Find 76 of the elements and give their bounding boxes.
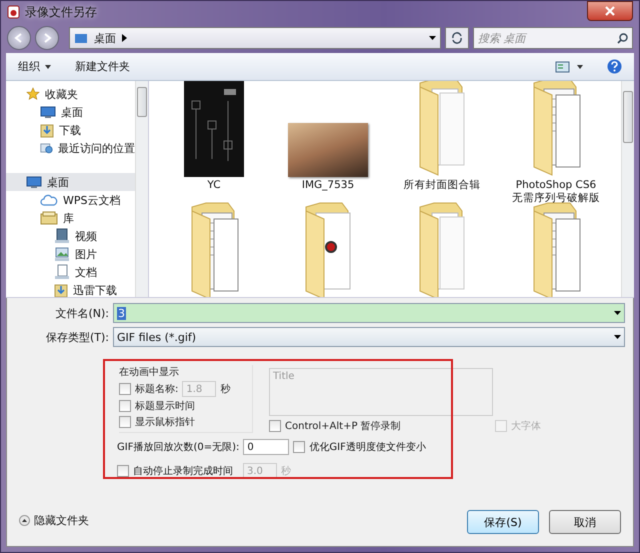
sidebar-item[interactable]: 最近访问的位置 (6, 139, 135, 157)
sidebar-item[interactable]: 桌面 (6, 103, 135, 121)
checkbox[interactable] (269, 420, 281, 432)
scrollbar[interactable] (135, 81, 148, 297)
document-library-icon (54, 264, 70, 280)
dropdown-arrow-icon (614, 311, 621, 315)
sidebar-item[interactable]: 迅雷下载 (6, 281, 135, 297)
recent-places-icon (40, 141, 53, 155)
sidebar-item[interactable]: 图片 (6, 245, 135, 263)
file-type-dropdown[interactable]: GIF files (*.gif) (113, 327, 625, 347)
close-button[interactable] (587, 1, 633, 21)
sidebar-item[interactable]: 视频 (6, 227, 135, 245)
app-icon (7, 5, 20, 19)
sidebar-item[interactable]: 文档 (6, 263, 135, 281)
caret-icon (45, 64, 51, 68)
dropdown-arrow-icon[interactable] (429, 36, 436, 40)
checkbox-label: 显示鼠标指针 (135, 416, 195, 429)
file-name[interactable]: 所有封面图合辑 (404, 179, 480, 192)
address-bar[interactable]: 桌面 (69, 27, 441, 49)
scrollbar[interactable] (621, 81, 634, 297)
hide-folders-toggle[interactable]: 隐藏文件夹 (19, 513, 89, 528)
monitor-icon (26, 175, 42, 189)
download-folder-icon (40, 122, 54, 138)
monitor-icon (40, 105, 56, 119)
dialog-button[interactable]: 取消 (549, 510, 621, 534)
sidebar-item[interactable]: 下载 (6, 121, 135, 139)
refresh-button[interactable] (445, 27, 469, 49)
close-icon (604, 6, 616, 16)
view-icon[interactable] (555, 60, 571, 72)
checkbox[interactable] (119, 416, 131, 428)
help-icon[interactable] (607, 59, 622, 74)
toolbar-button[interactable]: 组织 (18, 59, 51, 74)
checkbox-label: 自动停止录制完成时间 (133, 466, 233, 477)
checkbox[interactable] (119, 383, 131, 395)
dialog-button[interactable]: 保存(S) (467, 510, 539, 534)
loop-count-field[interactable]: 0 (243, 439, 290, 455)
sidebar-item[interactable]: 桌面 (6, 173, 135, 191)
checkbox-label: 标题显示时间 (135, 400, 195, 413)
star-icon (26, 87, 40, 101)
library-icon (40, 211, 58, 225)
file-name[interactable]: IMG_7535 (302, 179, 354, 192)
search-icon (617, 32, 628, 44)
checkbox-label: 大字体 (511, 420, 541, 433)
video-library-icon (54, 228, 70, 244)
monitor-icon (74, 32, 88, 44)
forward-button[interactable] (35, 26, 59, 50)
toolbar-button[interactable]: 新建文件夹 (75, 59, 130, 74)
unit-label: 秒 (281, 464, 291, 478)
cloud-icon (40, 194, 58, 206)
checkbox[interactable] (293, 441, 306, 453)
checkbox[interactable] (117, 465, 129, 477)
sidebar-item[interactable]: 收藏夹 (6, 85, 135, 103)
checkbox-label: Control+Alt+P 暂停录制 (285, 420, 401, 433)
collapse-icon (19, 515, 30, 526)
sidebar-item[interactable]: 库 (6, 209, 135, 227)
group-title: 在动画中显示 (119, 366, 180, 379)
sidebar-item[interactable]: WPS云文档 (6, 191, 135, 209)
chevron-icon (122, 34, 127, 42)
dropdown-arrow-icon (614, 335, 621, 339)
window-title: 录像文件另存 (25, 4, 97, 20)
file-name[interactable]: YC (207, 179, 221, 192)
checkbox[interactable] (119, 400, 131, 412)
breadcrumb[interactable]: 桌面 (94, 30, 116, 46)
refresh-icon (451, 32, 463, 44)
download-folder-icon (54, 282, 68, 297)
checkbox-label: 标题名称: (135, 382, 178, 396)
loop-count-label: GIF播放回放次数(0=无限): (117, 440, 240, 454)
checkbox-label: 优化GIF透明度使文件变小 (309, 440, 426, 454)
filename-field[interactable]: 3 (113, 303, 625, 323)
picture-library-icon (54, 246, 70, 262)
back-button[interactable] (7, 26, 31, 50)
caret-icon[interactable] (577, 64, 583, 68)
field-label: 文件名(N): (54, 306, 110, 320)
file-name[interactable]: PhotoShop CS6 无需序列号破解版 (500, 179, 612, 205)
field-label: 保存类型(T): (44, 330, 110, 344)
unit-label: 秒 (220, 382, 230, 396)
